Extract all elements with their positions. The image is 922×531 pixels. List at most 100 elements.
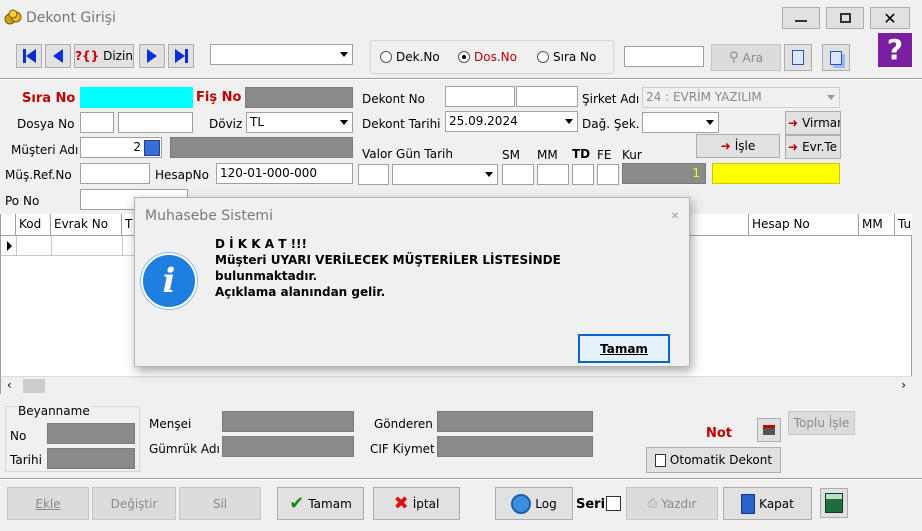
scroll-thumb[interactable] — [23, 379, 45, 393]
musteri-lookup-icon[interactable] — [144, 140, 160, 156]
copy-button[interactable] — [822, 44, 850, 71]
magnifier-icon: ⚲ — [728, 50, 739, 65]
message-line-2: Müşteri UYARI VERİLECEK MÜŞTERİLER LİSTE… — [215, 253, 561, 267]
virman-button[interactable]: ➜ Virman — [785, 111, 841, 135]
close-button[interactable]: ✕ — [870, 7, 910, 29]
dag-sek-label: Dağ. Şek. — [582, 117, 640, 131]
sirket-adi-value: 24 : EVRİM YAZILIM — [646, 90, 762, 104]
dosya-no-field-1[interactable] — [80, 112, 114, 133]
scroll-left-icon[interactable]: ‹ — [7, 378, 12, 392]
log-button[interactable]: Log — [495, 487, 573, 520]
kur-value: 1 — [692, 166, 700, 180]
beyanname-tarihi-label: Tarihi — [10, 453, 42, 467]
first-record-button[interactable] — [16, 44, 42, 68]
valor-tarih-combo[interactable] — [392, 164, 498, 185]
column-tu[interactable]: Tu — [895, 214, 912, 235]
column-evrak-no[interactable]: Evrak No — [51, 214, 122, 235]
ekle-label: Ekle — [35, 496, 61, 511]
hesap-no-field[interactable]: 120-01-000-000 — [216, 163, 353, 184]
preview-button[interactable] — [784, 44, 812, 71]
prev-record-button[interactable] — [45, 44, 71, 68]
isle-button[interactable]: ➜ İşle — [696, 134, 780, 158]
mm-field[interactable] — [537, 164, 569, 185]
dekont-tarihi-value: 25.09.2024 — [449, 114, 518, 128]
iptal-button[interactable]: ✖ İptal — [373, 487, 460, 520]
hesap-no-label: HesapNo — [155, 168, 209, 182]
hesap-no-value: 120-01-000-000 — [220, 166, 317, 180]
tamam-button[interactable]: ✔ Tamam — [277, 487, 364, 520]
dosya-no-field-2[interactable] — [118, 112, 193, 133]
message-line-3: bulunmaktadır. — [215, 269, 318, 283]
maximize-button[interactable] — [826, 7, 864, 29]
dekont-tarihi-picker[interactable]: 25.09.2024 — [445, 111, 578, 132]
message-line-4: Açıklama alanından gelir. — [215, 285, 386, 299]
last-icon — [174, 49, 188, 63]
ara-label: Ara — [742, 50, 764, 65]
fe-label: FE — [597, 148, 612, 162]
window-title: Dekont Girişi — [26, 10, 116, 26]
yazdir-button[interactable]: ⎙ Yazdır — [626, 487, 718, 520]
mus-ref-no-label: Müş.Ref.No — [5, 168, 72, 182]
evr-te-button[interactable]: ➜ Evr.Te — [785, 135, 841, 159]
search-combo[interactable] — [210, 44, 353, 65]
sm-field[interactable] — [502, 164, 534, 185]
scroll-right-icon[interactable]: › — [901, 378, 906, 392]
ara-button[interactable]: ⚲ Ara — [711, 44, 781, 71]
musteri-name-field — [170, 137, 353, 158]
gonderen-label: Gönderen — [374, 417, 433, 431]
search-input[interactable] — [624, 46, 704, 67]
bottom-separator — [0, 478, 922, 480]
cif-kiymet-field — [437, 436, 593, 457]
degistir-button[interactable]: Değiştir — [92, 487, 176, 520]
next-icon — [147, 49, 157, 63]
fis-no-label: Fiş No — [196, 90, 242, 105]
document-search-icon — [792, 50, 804, 65]
column-kod[interactable]: Kod — [16, 214, 51, 235]
dialog-ok-button[interactable]: Tamam — [578, 334, 670, 363]
sirket-adi-combo[interactable]: 24 : EVRİM YAZILIM — [642, 87, 840, 108]
radio-sira-no[interactable]: Sıra No — [537, 50, 596, 64]
evr-te-label: Evr.Te — [802, 140, 838, 154]
help-icon[interactable]: ? — [878, 33, 912, 67]
ekle-button[interactable]: Ekle — [7, 487, 89, 520]
dekont-no-field-1[interactable] — [445, 86, 515, 107]
kapat-label: Kapat — [759, 496, 794, 511]
dialog-close-button[interactable]: ✕ — [663, 205, 687, 229]
last-record-button[interactable] — [168, 44, 194, 68]
dekont-no-field-2[interactable] — [516, 86, 578, 107]
not-label: Not — [706, 426, 733, 441]
log-icon — [511, 493, 532, 514]
td-field[interactable] — [572, 164, 594, 185]
musteri-adi-value: 2 — [133, 140, 141, 154]
dizin-button[interactable]: ?{} Dizin — [74, 44, 134, 68]
toplu-isle-button[interactable]: Toplu İşle — [788, 411, 855, 435]
mm-label: MM — [537, 148, 558, 162]
radio-dek-label: Dek.No — [396, 50, 440, 64]
next-record-button[interactable] — [139, 44, 165, 68]
not-button[interactable] — [757, 418, 781, 442]
valor-gun-field[interactable] — [358, 164, 389, 185]
column-hesap-no[interactable]: Hesap No — [749, 214, 859, 235]
column-mm[interactable]: MM — [859, 214, 895, 235]
sira-no-field[interactable] — [80, 87, 193, 108]
gumruk-adi-field — [222, 436, 354, 457]
kapat-button[interactable]: Kapat — [723, 487, 812, 520]
radio-dek-no[interactable]: Dek.No — [380, 50, 440, 64]
fe-field[interactable] — [597, 164, 619, 185]
radio-dos-no[interactable]: Dos.No — [458, 50, 517, 64]
check-icon: ✔ — [289, 493, 305, 514]
dekont-tarihi-label: Dekont Tarihi — [362, 117, 441, 131]
sil-button[interactable]: Sil — [179, 487, 261, 520]
musteri-adi-label: Müşteri Adı — [11, 143, 79, 157]
seri-checkbox[interactable] — [606, 496, 621, 511]
grid-hscrollbar[interactable]: ‹ › — [1, 376, 912, 394]
doviz-combo[interactable]: TL — [246, 112, 353, 133]
minimize-button[interactable] — [782, 7, 820, 29]
otomatik-dekont-button[interactable]: Otomatik Dekont — [646, 447, 781, 473]
mus-ref-no-field[interactable] — [80, 163, 150, 184]
otomatik-dekont-label: Otomatik Dekont — [669, 453, 773, 467]
dag-sek-combo[interactable] — [642, 112, 719, 133]
calculator-button[interactable] — [820, 488, 848, 518]
virman-icon: ➜ — [788, 116, 799, 130]
isle-icon: ➜ — [720, 139, 731, 153]
